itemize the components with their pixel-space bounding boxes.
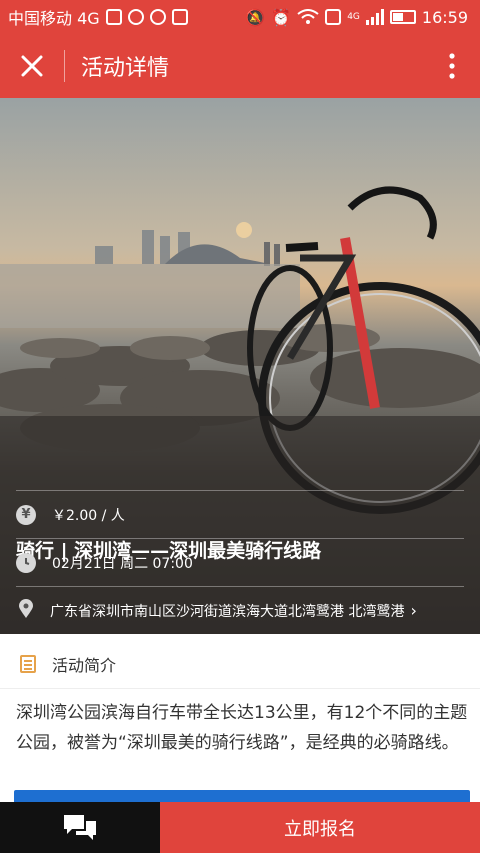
- signal-icon: [365, 9, 384, 25]
- alarm-icon: ⏰: [271, 7, 292, 27]
- close-icon: [21, 55, 43, 77]
- close-button[interactable]: [0, 34, 64, 98]
- bottom-bar: 立即报名: [0, 802, 480, 853]
- location-text: 广东省深圳市南山区沙河街道滨海大道北湾鹭港 北湾鹭港: [50, 603, 405, 620]
- location-row[interactable]: 广东省深圳市南山区沙河街道滨海大道北湾鹭港 北湾鹭港 ›: [16, 586, 464, 634]
- intro-header: 活动简介: [20, 652, 116, 676]
- chat-button[interactable]: [0, 802, 160, 853]
- datetime-text: 02月21日 周二 07:00: [52, 555, 193, 572]
- intro-label: 活动简介: [52, 656, 117, 675]
- app-icon: [127, 9, 144, 25]
- blue-banner-strip: [14, 790, 470, 802]
- wifi-icon: [297, 9, 319, 24]
- header-divider: [64, 50, 65, 82]
- price-text: ￥2.00 / 人: [52, 507, 125, 524]
- battery-icon: [389, 10, 416, 24]
- app-icon-2: [149, 9, 166, 25]
- yen-icon: ¥: [16, 504, 36, 525]
- divider: [0, 688, 480, 689]
- more-vertical-icon: [449, 53, 455, 79]
- carrier-text: 中国移动 4G: [8, 9, 100, 28]
- signup-button[interactable]: 立即报名: [160, 802, 480, 853]
- price-row: ¥ ￥2.00 / 人: [16, 490, 464, 538]
- page-title: 活动详情: [81, 56, 170, 81]
- sim-icon: [171, 9, 188, 25]
- chevron-right-icon: ›: [410, 601, 417, 620]
- datetime-row: 02月21日 周二 07:00: [16, 538, 464, 586]
- pin-icon: [18, 598, 34, 623]
- document-icon: [20, 655, 36, 673]
- intro-text: 深圳湾公园滨海自行车带全长达13公里，有12个不同的主题公园，被誉为“深圳最美的…: [16, 703, 468, 753]
- image-icon: [105, 9, 122, 25]
- more-button[interactable]: [424, 34, 480, 98]
- chat-icon: [64, 814, 96, 840]
- mute-icon: 🔕: [245, 7, 266, 27]
- vibrate-icon: [325, 9, 342, 25]
- intro-section: 活动简介 深圳湾公园滨海自行车带全长达13公里，有12个不同的主题公园，被誉为“…: [0, 634, 480, 802]
- app-header: 活动详情: [0, 34, 480, 98]
- clock-icon: [16, 552, 36, 573]
- status-bar: 中国移动 4G 🔕 ⏰ 4G 16:59: [0, 0, 480, 34]
- clock-time: 16:59: [421, 7, 468, 27]
- hero-image: 骑行 | 深圳湾——深圳最美骑行线路 ¥ ￥2.00 / 人 02月21日 周二…: [0, 98, 480, 634]
- network-badge: 4G: [347, 12, 360, 22]
